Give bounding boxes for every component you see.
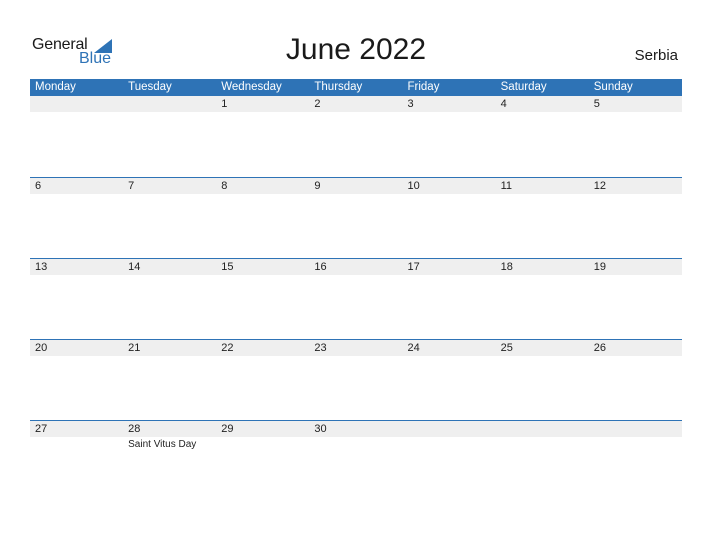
day-number: 17 bbox=[407, 261, 420, 273]
day-number: 27 bbox=[35, 423, 48, 435]
day-cell: 17 bbox=[403, 258, 496, 338]
day-cell: 16 bbox=[309, 258, 402, 338]
day-cell bbox=[589, 420, 682, 500]
day-cell: 3 bbox=[403, 96, 496, 176]
day-number: 20 bbox=[35, 342, 48, 354]
weekday-friday: Friday bbox=[407, 81, 440, 93]
day-cell: 30 bbox=[309, 420, 402, 500]
week-row: 13 14 15 16 17 18 19 bbox=[30, 258, 682, 338]
day-cell: 19 bbox=[589, 258, 682, 338]
day-cell: 1 bbox=[216, 96, 309, 176]
day-cell: 14 bbox=[123, 258, 216, 338]
day-cell: 21 bbox=[123, 339, 216, 419]
week-row: 27 28 Saint Vitus Day 29 30 bbox=[30, 420, 682, 500]
day-cell: 26 bbox=[589, 339, 682, 419]
day-cell: 29 bbox=[216, 420, 309, 500]
day-cell: 20 bbox=[30, 339, 123, 419]
day-number: 22 bbox=[221, 342, 234, 354]
day-cell: 11 bbox=[496, 177, 589, 257]
day-number: 28 bbox=[128, 423, 141, 435]
day-number: 29 bbox=[221, 423, 234, 435]
day-cell bbox=[496, 420, 589, 500]
country-label: Serbia bbox=[634, 47, 678, 64]
week-row: 6 7 8 9 10 11 12 bbox=[30, 177, 682, 257]
day-number: 16 bbox=[314, 261, 327, 273]
week-cells: 1 2 3 4 5 bbox=[30, 96, 682, 176]
day-number: 13 bbox=[35, 261, 48, 273]
day-cell: 8 bbox=[216, 177, 309, 257]
day-cell: 7 bbox=[123, 177, 216, 257]
day-cell: 2 bbox=[309, 96, 402, 176]
day-number: 10 bbox=[407, 180, 420, 192]
day-cell: 23 bbox=[309, 339, 402, 419]
day-number: 11 bbox=[500, 180, 513, 192]
holiday-label: Saint Vitus Day bbox=[128, 439, 197, 450]
day-cell bbox=[403, 420, 496, 500]
day-cell: 5 bbox=[589, 96, 682, 176]
day-number: 21 bbox=[128, 342, 141, 354]
day-cell: 12 bbox=[589, 177, 682, 257]
day-cell: 13 bbox=[30, 258, 123, 338]
week-row: 1 2 3 4 5 bbox=[30, 96, 682, 176]
day-number: 1 bbox=[221, 98, 228, 110]
day-number: 30 bbox=[314, 423, 327, 435]
weekday-thursday: Thursday bbox=[314, 81, 363, 93]
day-number: 6 bbox=[35, 180, 42, 192]
weekday-saturday: Saturday bbox=[500, 81, 547, 93]
day-number: 19 bbox=[593, 261, 606, 273]
day-number: 9 bbox=[314, 180, 321, 192]
day-cell: 9 bbox=[309, 177, 402, 257]
week-cells: 27 28 Saint Vitus Day 29 30 bbox=[30, 420, 682, 500]
weekday-wednesday: Wednesday bbox=[221, 81, 282, 93]
day-cell bbox=[123, 96, 216, 176]
day-cell: 25 bbox=[496, 339, 589, 419]
week-cells: 20 21 22 23 24 25 26 bbox=[30, 339, 682, 419]
day-cell: 27 bbox=[30, 420, 123, 500]
day-number: 8 bbox=[221, 180, 228, 192]
day-number: 25 bbox=[500, 342, 513, 354]
day-number: 26 bbox=[593, 342, 606, 354]
week-cells: 13 14 15 16 17 18 19 bbox=[30, 258, 682, 338]
day-number: 14 bbox=[128, 261, 141, 273]
day-cell bbox=[30, 96, 123, 176]
day-cell: 24 bbox=[403, 339, 496, 419]
day-number: 18 bbox=[500, 261, 513, 273]
week-cells: 6 7 8 9 10 11 12 bbox=[30, 177, 682, 257]
day-number: 12 bbox=[593, 180, 606, 192]
day-number: 24 bbox=[407, 342, 420, 354]
weekday-tuesday: Tuesday bbox=[128, 81, 172, 93]
day-cell: 28 Saint Vitus Day bbox=[123, 420, 216, 500]
day-number: 2 bbox=[314, 98, 321, 110]
day-cell: 15 bbox=[216, 258, 309, 338]
day-cell: 18 bbox=[496, 258, 589, 338]
weekday-monday: Monday bbox=[35, 81, 76, 93]
day-number: 7 bbox=[128, 180, 135, 192]
day-cell: 4 bbox=[496, 96, 589, 176]
week-row: 20 21 22 23 24 25 26 bbox=[30, 339, 682, 419]
day-cell: 22 bbox=[216, 339, 309, 419]
day-number: 4 bbox=[500, 98, 507, 110]
weekday-sunday: Sunday bbox=[593, 81, 633, 93]
weekday-header: Monday Tuesday Wednesday Thursday Friday… bbox=[30, 79, 682, 96]
day-number: 15 bbox=[221, 261, 234, 273]
calendar-title: June 2022 bbox=[285, 33, 427, 66]
day-number: 23 bbox=[314, 342, 327, 354]
day-number: 3 bbox=[407, 98, 414, 110]
day-number: 5 bbox=[593, 98, 600, 110]
day-cell: 6 bbox=[30, 177, 123, 257]
day-cell: 10 bbox=[403, 177, 496, 257]
